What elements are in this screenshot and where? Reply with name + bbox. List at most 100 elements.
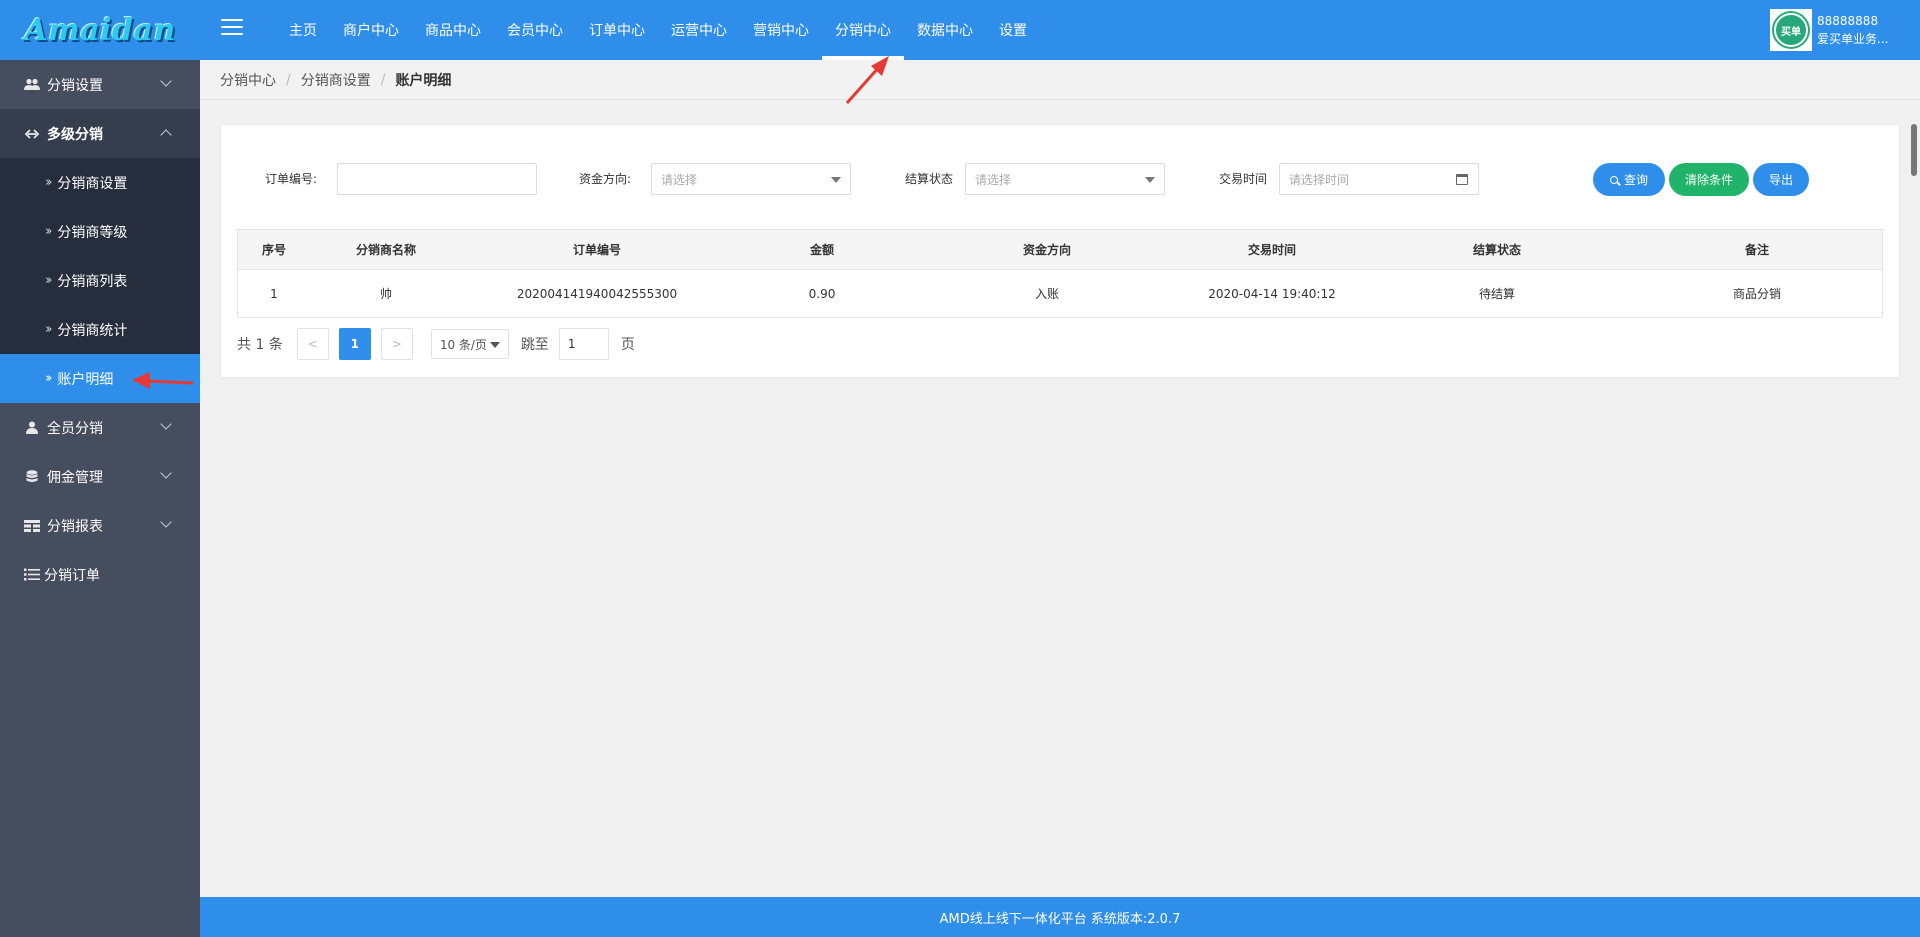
query-button-label: 查询 — [1623, 173, 1648, 187]
chevron-down-icon — [160, 516, 172, 528]
menu-toggle-icon[interactable] — [221, 19, 243, 39]
nav-merchant-center[interactable]: 商户中心 — [330, 0, 412, 60]
column-header: 备注 — [1744, 243, 1769, 257]
sidebar-subitem-distributor-stats[interactable]: ›› 分销商统计 — [0, 305, 200, 354]
chevron-down-icon — [160, 467, 172, 479]
database-icon — [24, 469, 40, 484]
column-header: 资金方向 — [1022, 243, 1071, 257]
caret-down-icon — [1145, 177, 1155, 183]
sidebar-item-multilevel-distribution[interactable]: 多级分销 — [0, 109, 200, 158]
double-chevron-right-icon: ›› — [45, 273, 53, 288]
table-cell: 0.90 — [808, 286, 836, 301]
sidebar-item-label: 全员分销 — [47, 420, 103, 437]
column-header: 订单编号 — [572, 243, 621, 257]
main-card: 订单编号: 资金方向: 请选择 结算状态 请选择 交易时间 请选择时间 查询 清… — [220, 124, 1900, 378]
breadcrumb: 分销中心 / 分销商设置 / 账户明细 — [200, 60, 1920, 100]
table-cell: 待结算 — [1478, 287, 1515, 301]
table-cell: 商品分销 — [1732, 287, 1781, 301]
sidebar-subitem-label: 分销商统计 — [57, 322, 128, 339]
page-size-select[interactable]: 10 条/页 — [430, 329, 509, 359]
vertical-scrollbar[interactable] — [1908, 120, 1920, 180]
clear-filters-button[interactable]: 清除条件 — [1669, 163, 1749, 196]
sidebar-subitem-distributor-settings[interactable]: ›› 分销商设置 — [0, 158, 200, 207]
query-button[interactable]: 查询 — [1593, 163, 1665, 196]
order-no-input[interactable] — [337, 163, 537, 195]
sidebar-subitem-account-details[interactable]: ›› 账户明细 — [0, 354, 200, 403]
nav-marketing-center[interactable]: 营销中心 — [740, 0, 822, 60]
settle-status-label: 结算状态 — [905, 172, 954, 186]
sidebar-item-distribution-settings[interactable]: 分销设置 — [0, 60, 200, 109]
users-icon — [24, 78, 40, 92]
sidebar-item-all-staff-distribution[interactable]: 全员分销 — [0, 403, 200, 452]
nav-product-center[interactable]: 商品中心 — [412, 0, 494, 60]
user-profile[interactable]: 买单 88888888 爱买单业务... — [1770, 9, 1888, 51]
logo[interactable]: Amaidan — [0, 0, 200, 60]
footer-text: AMD线上线下一体化平台 系统版本:2.0.7 — [939, 911, 1181, 927]
sidebar-subitem-label: 账户明细 — [57, 371, 114, 388]
nav-settings[interactable]: 设置 — [986, 0, 1040, 60]
fund-direction-select[interactable]: 请选择 — [651, 163, 851, 195]
chevron-down-icon — [160, 75, 172, 87]
user-name: 爱买单业务... — [1817, 32, 1889, 46]
jump-page-input[interactable]: 1 — [558, 328, 609, 360]
settle-status-select[interactable]: 请选择 — [965, 163, 1165, 195]
fund-direction-placeholder: 请选择 — [661, 172, 698, 187]
user-id: 88888888 — [1817, 14, 1879, 28]
scrollbar-thumb[interactable] — [1911, 124, 1917, 176]
trade-time-picker[interactable]: 请选择时间 — [1279, 163, 1479, 195]
nav-operation-center[interactable]: 运营中心 — [658, 0, 740, 60]
sidebar-item-distribution-orders[interactable]: 分销订单 — [0, 550, 200, 599]
nav-distribution-center[interactable]: 分销中心 — [822, 0, 904, 60]
search-icon — [1609, 175, 1618, 184]
breadcrumb-item-distributor-settings[interactable]: 分销商设置 — [301, 70, 371, 90]
breadcrumb-item-distribution-center[interactable]: 分销中心 — [220, 70, 276, 90]
table-cell: 帅 — [379, 287, 392, 301]
sidebar-item-distribution-reports[interactable]: 分销报表 — [0, 501, 200, 550]
table-cell: 入账 — [1034, 287, 1059, 301]
prev-page-button[interactable]: < — [296, 328, 329, 360]
sidebar-item-label: 分销订单 — [44, 567, 100, 584]
calendar-icon — [1456, 174, 1468, 185]
next-page-button[interactable]: > — [380, 328, 413, 360]
nav-home[interactable]: 主页 — [276, 0, 330, 60]
sidebar-subitem-distributor-levels[interactable]: ›› 分销商等级 — [0, 207, 200, 256]
pagination: 共 1 条 < 1 > 10 条/页 跳至 1 页 — [237, 328, 635, 360]
trade-time-label: 交易时间 — [1219, 172, 1268, 186]
table-header-row: 序号 分销商名称 订单编号 金额 资金方向 交易时间 结算状态 备注 — [238, 230, 1882, 270]
nav-order-center[interactable]: 订单中心 — [576, 0, 658, 60]
column-header: 序号 — [261, 243, 286, 257]
column-header: 金额 — [809, 243, 834, 257]
top-header: Amaidan 主页 商户中心 商品中心 会员中心 订单中心 运营中心 营销中心… — [0, 0, 1920, 60]
account-details-table: 序号 分销商名称 订单编号 金额 资金方向 交易时间 结算状态 备注 1 帅 2… — [237, 229, 1883, 318]
sidebar-item-label: 多级分销 — [47, 126, 103, 143]
chevron-up-icon — [160, 129, 172, 141]
trade-time-placeholder: 请选择时间 — [1289, 172, 1350, 187]
sidebar-item-commission-management[interactable]: 佣金管理 — [0, 452, 200, 501]
sidebar-item-label: 佣金管理 — [47, 469, 103, 486]
sidebar-subitem-distributor-list[interactable]: ›› 分销商列表 — [0, 256, 200, 305]
column-header: 分销商名称 — [355, 243, 416, 257]
table-cell: 2020-04-14 19:40:12 — [1208, 286, 1336, 301]
double-chevron-right-icon: ›› — [45, 224, 53, 239]
table-icon — [24, 519, 40, 533]
fund-direction-label: 资金方向: — [579, 172, 632, 186]
sidebar-subitem-label: 分销商列表 — [57, 273, 128, 290]
page-size-value: 10 条/页 — [439, 337, 487, 352]
avatar: 买单 — [1770, 9, 1812, 51]
nav-data-center[interactable]: 数据中心 — [904, 0, 986, 60]
footer: AMD线上线下一体化平台 系统版本:2.0.7 — [200, 897, 1920, 937]
user-icon — [24, 421, 40, 435]
nav-member-center[interactable]: 会员中心 — [494, 0, 576, 60]
double-chevron-right-icon: ›› — [45, 175, 53, 190]
caret-down-icon — [831, 177, 841, 183]
chevron-down-icon — [160, 418, 172, 430]
sidebar-subitem-label: 分销商等级 — [57, 224, 128, 241]
table-row: 1 帅 202004141940042555300 0.90 入账 2020-0… — [238, 270, 1882, 317]
column-header: 结算状态 — [1472, 243, 1521, 257]
column-header: 交易时间 — [1247, 243, 1296, 257]
page-button-current[interactable]: 1 — [338, 328, 371, 360]
double-chevron-right-icon: ›› — [45, 322, 53, 337]
sidebar-item-label: 分销报表 — [47, 518, 103, 535]
breadcrumb-separator: / — [380, 71, 386, 88]
export-button[interactable]: 导出 — [1753, 163, 1809, 196]
